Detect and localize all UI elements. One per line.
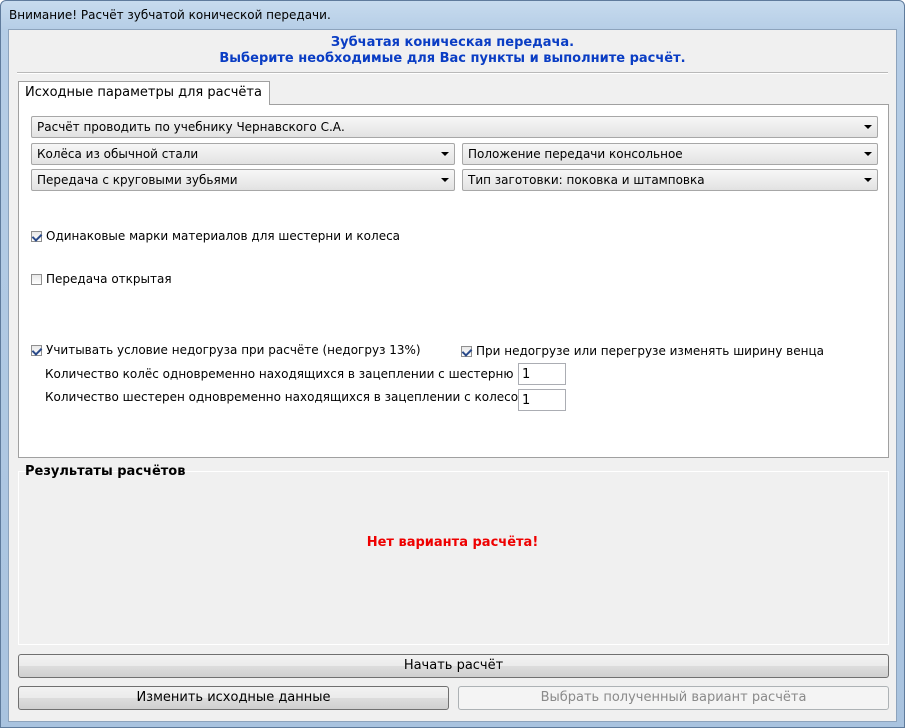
textbook-dropdown[interactable]: Расчёт проводить по учебнику Чернавского… bbox=[31, 116, 878, 138]
chevron-down-icon bbox=[441, 152, 449, 156]
title-bar[interactable]: Внимание! Расчёт зубчатой конической пер… bbox=[1, 1, 904, 29]
blank-type-dropdown-value: Тип заготовки: поковка и штамповка bbox=[468, 173, 705, 187]
same-materials-label: Одинаковые марки материалов для шестерни… bbox=[46, 229, 401, 243]
wheels-count-label: Количество колёс одновременно находящихс… bbox=[45, 367, 514, 381]
header-line-2: Выберите необходимые для Вас пункты и вы… bbox=[219, 51, 686, 66]
header: Зубчатая коническая передача. Выберите н… bbox=[9, 35, 896, 67]
wheels-count-input[interactable]: 1 bbox=[518, 363, 566, 385]
tab-initial-parameters[interactable]: Исходные параметры для расчёта bbox=[18, 81, 270, 105]
same-materials-checkbox[interactable]: Одинаковые марки материалов для шестерни… bbox=[31, 229, 400, 243]
chevron-down-icon bbox=[441, 178, 449, 182]
header-separator bbox=[17, 72, 888, 74]
select-variant-button[interactable]: Выбрать полученный вариант расчёта bbox=[458, 686, 889, 710]
material-dropdown[interactable]: Колёса из обычной стали bbox=[31, 143, 455, 165]
no-variant-message: Нет варианта расчёта! bbox=[366, 535, 539, 550]
open-gear-checkbox[interactable]: Передача открытая bbox=[31, 272, 172, 286]
pinions-count-input[interactable]: 1 bbox=[518, 389, 566, 411]
material-dropdown-value: Колёса из обычной стали bbox=[37, 147, 199, 161]
results-title: Результаты расчётов bbox=[25, 464, 186, 479]
checkbox-checked-icon bbox=[461, 345, 472, 357]
position-dropdown[interactable]: Положение передачи консольное bbox=[462, 143, 878, 165]
change-width-label: При недогрузе или перегрузе изменять шир… bbox=[476, 344, 824, 358]
textbook-dropdown-value: Расчёт проводить по учебнику Чернавского… bbox=[37, 120, 345, 134]
tab-panel-initial-parameters: Расчёт проводить по учебнику Чернавского… bbox=[18, 104, 889, 458]
underload-label: Учитывать условие недогруза при расчёте … bbox=[46, 343, 421, 357]
teeth-type-dropdown-value: Передача с круговыми зубьями bbox=[37, 173, 238, 187]
checkbox-unchecked-icon bbox=[31, 273, 42, 285]
pinions-count-label: Количество шестерен одновременно находящ… bbox=[45, 390, 528, 404]
underload-checkbox[interactable]: Учитывать условие недогруза при расчёте … bbox=[31, 343, 421, 357]
chevron-down-icon bbox=[864, 178, 872, 182]
change-input-data-button[interactable]: Изменить исходные данные bbox=[18, 686, 449, 710]
calculation-window: Внимание! Расчёт зубчатой конической пер… bbox=[0, 0, 905, 728]
start-calculation-button[interactable]: Начать расчёт bbox=[18, 654, 889, 678]
chevron-down-icon bbox=[864, 152, 872, 156]
client-area: Зубчатая коническая передача. Выберите н… bbox=[8, 29, 897, 722]
position-dropdown-value: Положение передачи консольное bbox=[468, 147, 683, 161]
open-gear-label: Передача открытая bbox=[46, 272, 172, 286]
checkbox-checked-icon bbox=[31, 230, 42, 242]
header-line-1: Зубчатая коническая передача. bbox=[330, 35, 575, 50]
checkbox-checked-icon bbox=[31, 344, 42, 356]
change-width-checkbox[interactable]: При недогрузе или перегрузе изменять шир… bbox=[461, 344, 824, 358]
window-title: Внимание! Расчёт зубчатой конической пер… bbox=[9, 8, 331, 22]
blank-type-dropdown[interactable]: Тип заготовки: поковка и штамповка bbox=[462, 169, 878, 191]
teeth-type-dropdown[interactable]: Передача с круговыми зубьями bbox=[31, 169, 455, 191]
results-panel bbox=[18, 471, 889, 645]
chevron-down-icon bbox=[864, 125, 872, 129]
